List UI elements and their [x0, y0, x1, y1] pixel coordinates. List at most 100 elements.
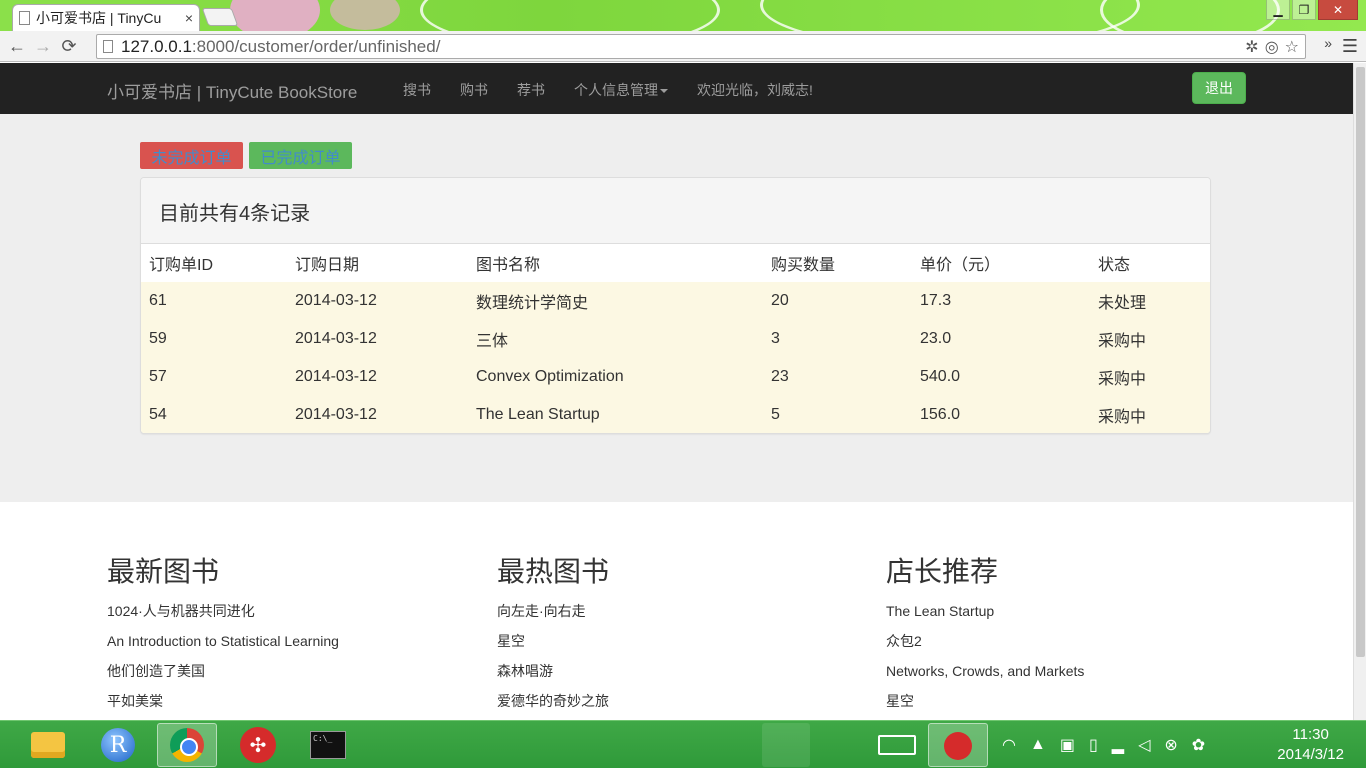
tab-close-icon[interactable]: × [185, 10, 193, 26]
table-header-row: 订购单ID 订购日期 图书名称 购买数量 单价（元） 状态 [141, 244, 1210, 282]
tray-notification-app[interactable] [928, 721, 988, 768]
tab-unfinished-orders[interactable]: 未完成订单 [140, 142, 243, 169]
book-link[interactable]: Networks, Crowds, and Markets [886, 662, 1084, 692]
star-icon[interactable]: ☆ [1285, 37, 1299, 57]
page-scrollbar[interactable] [1353, 63, 1366, 720]
orders-section: 未完成订单 已完成订单 目前共有4条记录 订购单ID 订购日期 图书名称 购买数… [0, 114, 1353, 502]
book-title: Convex Optimization [468, 358, 763, 396]
quantity: 20 [763, 282, 912, 320]
minimize-button[interactable]: ▁ [1266, 0, 1290, 20]
tab-title: 小可爱书店 | TinyCu [36, 10, 162, 26]
order-status: 采购中 [1090, 358, 1210, 396]
column-header: 订购日期 [295, 257, 360, 274]
url-host: 127.0.0.1 [121, 36, 192, 56]
restore-button[interactable]: ❐ [1292, 0, 1316, 20]
nav-links: 搜书 购书 荐书 个人信息管理 欢迎光临，刘威志! [403, 80, 842, 100]
menu-icon[interactable]: ☰ [1342, 36, 1358, 57]
book-link[interactable]: 1024·人与机器共同进化 [107, 602, 339, 632]
r-icon: R [101, 728, 135, 762]
order-date: 2014-03-12 [287, 396, 468, 433]
address-bar[interactable]: 127.0.0.1:8000/customer/order/unfinished… [96, 34, 1306, 59]
book-link[interactable]: An Introduction to Statistical Learning [107, 632, 339, 662]
tab-finished-orders[interactable]: 已完成订单 [249, 142, 352, 169]
scrollbar-thumb[interactable] [1356, 67, 1365, 657]
quantity: 5 [763, 396, 912, 433]
book-link[interactable]: 平如美棠 [107, 692, 339, 720]
logout-button[interactable]: 退出 [1192, 72, 1246, 104]
nav-profile-dropdown[interactable]: 个人信息管理 [574, 80, 668, 100]
book-title: 数理统计学简史 [468, 282, 763, 320]
nav-buy-books[interactable]: 购书 [460, 80, 488, 100]
unit-price: 23.0 [912, 320, 1090, 358]
browser-tab[interactable]: 小可爱书店 | TinyCu × [12, 4, 200, 31]
back-icon[interactable]: ← [4, 33, 30, 59]
extensions-overflow-icon[interactable]: » [1324, 35, 1332, 51]
welcome-text: 欢迎光临，刘威志! [697, 82, 813, 98]
orders-summary: 目前共有4条记录 [141, 178, 1210, 244]
cmd-icon: C:\_ [310, 731, 346, 759]
show-hidden-icons[interactable]: ▲ [1030, 736, 1046, 754]
wallpaper-decoration [760, 0, 1140, 31]
site-brand[interactable]: 小可爱书店 | TinyCute BookStore [107, 78, 357, 103]
site-navbar: 小可爱书店 | TinyCute BookStore 搜书 购书 荐书 个人信息… [0, 63, 1353, 114]
book-link[interactable]: 森林唱游 [497, 662, 609, 692]
column-header: 图书名称 [476, 257, 541, 274]
book-link[interactable]: 爱德华的奇妙之旅 [497, 692, 609, 720]
taskbar-clock[interactable]: 11:30 2014/3/12 [1277, 725, 1344, 765]
usb-icon[interactable]: ▣ [1060, 735, 1075, 755]
column-header: 购买数量 [771, 257, 836, 274]
book-link[interactable]: 星空 [886, 692, 1084, 720]
quantity: 3 [763, 320, 912, 358]
wifi-icon[interactable]: ◠ [1002, 735, 1016, 755]
volume-icon[interactable]: ◁ [1138, 735, 1150, 755]
system-tray: ◠ ▲ ▣ ▯ ▂ ◁ ⊗ ✿ [1002, 721, 1205, 768]
taskbar-chrome[interactable] [157, 723, 217, 767]
order-id: 54 [141, 396, 287, 433]
new-tab-button[interactable] [201, 8, 239, 26]
nav-search-books[interactable]: 搜书 [403, 80, 431, 100]
file-explorer-icon [31, 732, 65, 758]
browser-titlebar: 小可爱书店 | TinyCu × ▁ ❐ ✕ [0, 0, 1366, 31]
page-icon [103, 40, 113, 53]
newest-books-column: 最新图书 1024·人与机器共同进化 An Introduction to St… [107, 550, 339, 720]
taskbar-cmd[interactable]: C:\_ [298, 723, 358, 767]
windows-taskbar: R ✣ C:\_ ◠ ▲ ▣ ▯ ▂ ◁ ⊗ ✿ 11:30 2014/3/12 [0, 720, 1366, 768]
reload-icon[interactable]: ⟳ [56, 33, 82, 59]
nav-recommend-books[interactable]: 荐书 [517, 80, 545, 100]
app-red-icon: ✣ [240, 727, 276, 763]
order-date: 2014-03-12 [287, 358, 468, 396]
battery-icon[interactable]: ▯ [1089, 735, 1098, 755]
book-title: 三体 [468, 320, 763, 358]
tray-usb-icon[interactable] [762, 721, 810, 768]
extension-icon[interactable]: ◎ [1265, 37, 1279, 57]
order-id: 59 [141, 320, 287, 358]
newest-books-heading: 最新图书 [107, 555, 220, 588]
baidu-icon[interactable]: ✿ [1192, 735, 1205, 755]
order-status: 采购中 [1090, 396, 1210, 433]
book-title: The Lean Startup [468, 396, 763, 433]
table-row: 57 2014-03-12 Convex Optimization 23 540… [141, 358, 1210, 396]
column-header: 单价（元） [920, 257, 1001, 274]
book-link[interactable]: The Lean Startup [886, 602, 1084, 632]
keyboard-icon[interactable] [878, 721, 916, 768]
orders-table: 订购单ID 订购日期 图书名称 购买数量 单价（元） 状态 61 2014-03… [141, 244, 1210, 433]
extension-icon[interactable]: ✲ [1245, 37, 1258, 57]
url-path: :8000/customer/order/unfinished/ [191, 36, 441, 56]
taskbar-r[interactable]: R [88, 723, 148, 767]
close-window-button[interactable]: ✕ [1318, 0, 1358, 20]
book-link[interactable]: 他们创造了美国 [107, 662, 339, 692]
book-link[interactable]: 星空 [497, 632, 609, 662]
clock-time: 11:30 [1292, 726, 1329, 743]
quantity: 23 [763, 358, 912, 396]
recommended-books-heading: 店长推荐 [886, 555, 999, 588]
forward-icon[interactable]: → [30, 33, 56, 59]
taskbar-file-explorer[interactable] [18, 723, 78, 767]
action-center-icon[interactable]: ⊗ [1164, 735, 1177, 755]
wallpaper-decoration [230, 0, 320, 31]
taskbar-app-red[interactable]: ✣ [228, 723, 288, 767]
order-date: 2014-03-12 [287, 282, 468, 320]
signal-icon[interactable]: ▂ [1112, 735, 1124, 755]
book-link[interactable]: 向左走·向右走 [497, 602, 609, 632]
hottest-books-column: 最热图书 向左走·向右走 星空 森林唱游 爱德华的奇妙之旅 [497, 550, 609, 720]
book-link[interactable]: 众包2 [886, 632, 1084, 662]
